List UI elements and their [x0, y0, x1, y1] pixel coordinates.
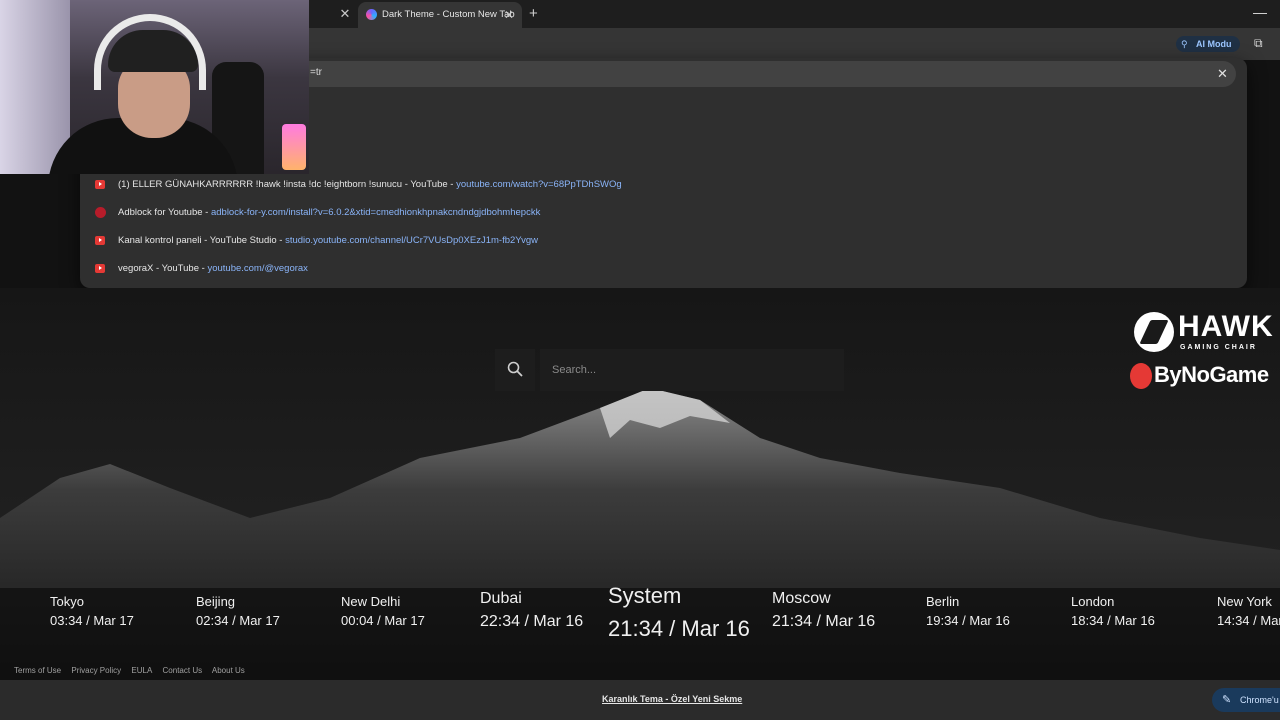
search-spark-icon: ⚲ [1181, 39, 1188, 49]
world-clocks: Tokyo 03:34 / Mar 17 Beijing 02:34 / Mar… [0, 580, 1280, 650]
suggestion-item[interactable]: vegoraX - YouTube - youtube.com/@vegorax [80, 256, 1247, 282]
extensions-icon[interactable]: ⧉ [1254, 37, 1266, 49]
bottom-bar: Karanlık Tema - Özel Yeni Sekme ✎ Chrome… [0, 680, 1280, 720]
youtube-icon [95, 180, 105, 189]
search-button[interactable] [495, 349, 535, 391]
extension-title-link[interactable]: Karanlık Tema - Özel Yeni Sekme [602, 694, 742, 704]
tab-dark-theme[interactable]: Dark Theme - Custom New Tab ✕ [358, 2, 522, 28]
clock-time: 19:34 / Mar 16 [926, 613, 1010, 628]
clock-moscow: Moscow 21:34 / Mar 16 [772, 590, 875, 631]
youtube-icon [95, 236, 105, 245]
sponsor-logos: HAWK GAMING CHAIR ByNoGame [1128, 310, 1278, 394]
search-input[interactable] [540, 349, 844, 391]
clock-time: 03:34 / Mar 17 [50, 613, 134, 628]
clock-time: 22:34 / Mar 16 [480, 613, 584, 630]
clock-city: New York [1217, 594, 1272, 609]
clock-time: 18:34 / Mar 16 [1071, 613, 1155, 628]
suggestion-text: Kanal kontrol paneli - YouTube Studio - … [118, 235, 539, 246]
hawk-logo-icon [1134, 312, 1174, 352]
clock-berlin: Berlin 19:34 / Mar 16 [926, 594, 1010, 628]
minimize-icon[interactable]: — [1253, 4, 1267, 20]
search-icon [507, 361, 523, 377]
customize-label: Chrome'u [1240, 695, 1279, 705]
clock-london: London 18:34 / Mar 16 [1071, 594, 1155, 628]
suggestion-item[interactable]: Kanal kontrol paneli - YouTube Studio - … [80, 228, 1247, 254]
privacy-link[interactable]: Privacy Policy [71, 666, 121, 675]
suggestion-text: Adblock for Youtube - adblock-for-y.com/… [118, 207, 541, 218]
suggestion-item[interactable]: (1) ELLER GÜNAHKARRRRRR !hawk !insta !dc… [80, 172, 1247, 198]
webcam-light [282, 124, 306, 170]
bynogame-name: ByNoGame [1154, 362, 1269, 387]
clock-time: 02:34 / Mar 17 [196, 613, 280, 628]
clock-city: System [608, 583, 682, 608]
footer-links: Terms of Use Privacy Policy EULA Contact… [14, 666, 253, 675]
clock-city: Dubai [480, 590, 522, 607]
clock-beijing: Beijing 02:34 / Mar 17 [196, 594, 280, 628]
clock-city: London [1071, 594, 1115, 609]
webcam-headset [94, 14, 206, 90]
about-link[interactable]: About Us [212, 666, 245, 675]
suggestion-text: vegoraX - YouTube - youtube.com/@vegorax [118, 263, 308, 274]
clock-time: 21:34 / Mar 16 [772, 613, 876, 630]
clock-time: 14:34 / Mar 16 [1217, 613, 1280, 628]
clock-system: System 21:34 / Mar 16 [608, 583, 750, 642]
close-icon[interactable]: ✕ [504, 8, 514, 22]
clock-new-delhi: New Delhi 00:04 / Mar 17 [341, 594, 425, 628]
clock-city: Berlin [926, 594, 960, 609]
clock-time: 00:04 / Mar 17 [341, 613, 425, 628]
suggestion-text: (1) ELLER GÜNAHKARRRRRR !hawk !insta !dc… [118, 179, 622, 190]
hawk-name: HAWK [1178, 310, 1274, 343]
webcam-overlay [0, 0, 309, 174]
terms-link[interactable]: Terms of Use [14, 666, 61, 675]
address-text: =tr [310, 67, 322, 78]
clock-city: Moscow [772, 590, 831, 607]
clock-new-york: New York 14:34 / Mar 16 [1217, 594, 1280, 628]
clock-time: 21:34 / Mar 16 [608, 616, 750, 641]
ai-mode-label: AI Modu [1196, 39, 1232, 49]
clear-icon[interactable]: ✕ [1217, 66, 1228, 82]
suggestion-item[interactable]: Adblock for Youtube - adblock-for-y.com/… [80, 200, 1247, 226]
adblock-icon [95, 207, 106, 218]
clock-city: New Delhi [341, 594, 401, 609]
clock-city: Beijing [196, 594, 236, 609]
contact-link[interactable]: Contact Us [163, 666, 203, 675]
clock-tokyo: Tokyo 03:34 / Mar 17 [50, 594, 134, 628]
youtube-icon [95, 264, 105, 273]
pencil-icon: ✎ [1222, 694, 1232, 706]
new-tab-icon[interactable]: + [529, 5, 538, 22]
customize-chrome-button[interactable]: ✎ Chrome'u [1212, 688, 1280, 712]
clock-dubai: Dubai 22:34 / Mar 16 [480, 590, 583, 631]
clock-city: Tokyo [50, 594, 84, 609]
tab-title: Dark Theme - Custom New Tab [382, 9, 515, 20]
bynogame-logo-icon [1130, 363, 1152, 389]
hawk-subtitle: GAMING CHAIR [1180, 344, 1257, 351]
ai-mode-button[interactable]: ⚲ AI Modu [1176, 36, 1240, 52]
tab-favicon-icon [366, 9, 377, 20]
eula-link[interactable]: EULA [131, 666, 152, 675]
close-icon[interactable]: ✕ [338, 7, 352, 21]
